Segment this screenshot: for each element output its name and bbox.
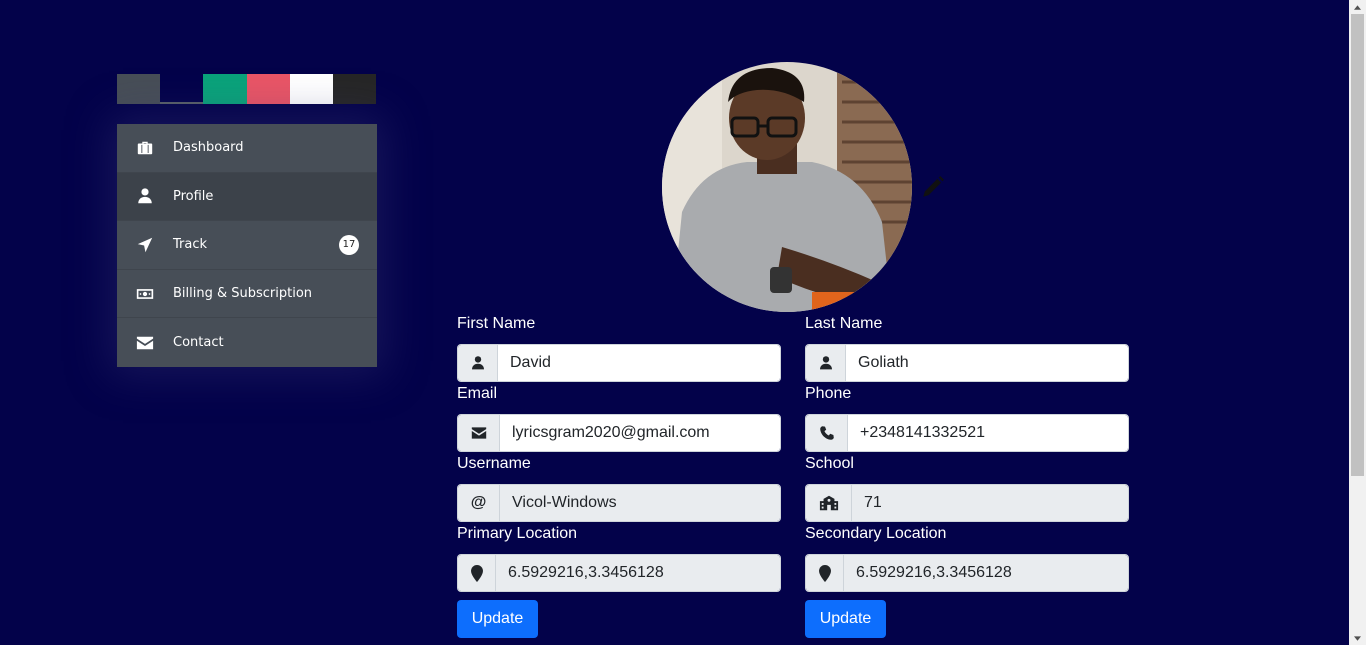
profile-avatar[interactable] xyxy=(662,62,912,312)
email-label: Email xyxy=(457,385,498,402)
primary-location-field[interactable] xyxy=(496,555,780,591)
last-name-label: Last Name xyxy=(805,315,883,332)
theme-swatches xyxy=(117,74,377,104)
swatch-dark[interactable] xyxy=(332,74,377,104)
phone-group xyxy=(805,414,1129,452)
last-name-field[interactable] xyxy=(846,345,1128,381)
swatch-navy[interactable] xyxy=(160,74,204,104)
envelope-icon xyxy=(117,334,173,352)
sidebar-item-label: Profile xyxy=(173,188,214,204)
first-name-label: First Name xyxy=(457,315,536,332)
username-field[interactable] xyxy=(500,485,780,521)
first-name-field[interactable] xyxy=(498,345,780,381)
swatch-slate[interactable] xyxy=(117,74,161,104)
primary-location-group xyxy=(457,554,781,592)
school-group xyxy=(805,484,1129,522)
user-icon xyxy=(806,345,846,381)
edit-pencil-icon[interactable] xyxy=(920,174,946,200)
sidebar-item-track[interactable]: Track 17 xyxy=(117,221,377,270)
phone-field[interactable] xyxy=(848,415,1128,451)
sidebar-item-label: Dashboard xyxy=(173,140,244,156)
update-right-button[interactable]: Update xyxy=(805,600,886,638)
username-label: Username xyxy=(457,455,531,472)
school-field[interactable] xyxy=(852,485,1128,521)
track-count-badge: 17 xyxy=(339,234,359,255)
user-icon xyxy=(458,345,498,381)
swatch-green[interactable] xyxy=(203,74,247,104)
envelope-icon xyxy=(458,415,500,451)
scroll-thumb[interactable] xyxy=(1351,14,1364,476)
username-group: @ xyxy=(457,484,781,522)
scroll-down-icon[interactable] xyxy=(1349,631,1366,645)
swatch-red[interactable] xyxy=(246,74,290,104)
last-name-group xyxy=(805,344,1129,382)
at-icon: @ xyxy=(458,485,500,521)
sidebar-item-label: Contact xyxy=(173,335,224,351)
briefcase-icon xyxy=(117,139,173,157)
sidebar: Dashboard Profile Track 17 Billing & Sub… xyxy=(117,124,377,367)
first-name-group xyxy=(457,344,781,382)
sidebar-item-billing[interactable]: Billing & Subscription xyxy=(117,270,377,319)
email-field[interactable] xyxy=(500,415,780,451)
user-icon xyxy=(117,187,173,205)
money-bill-icon xyxy=(117,285,173,303)
sidebar-item-label: Billing & Subscription xyxy=(173,286,313,302)
phone-icon xyxy=(806,415,848,451)
secondary-location-field[interactable] xyxy=(844,555,1128,591)
school-icon xyxy=(806,485,852,521)
sidebar-item-dashboard[interactable]: Dashboard xyxy=(117,124,377,173)
swatch-white[interactable] xyxy=(289,74,333,104)
school-label: School xyxy=(805,455,854,472)
secondary-location-label: Secondary Location xyxy=(805,525,947,542)
location-arrow-icon xyxy=(117,236,173,254)
primary-location-label: Primary Location xyxy=(457,525,578,542)
secondary-location-group xyxy=(805,554,1129,592)
email-group xyxy=(457,414,781,452)
sidebar-item-contact[interactable]: Contact xyxy=(117,318,377,367)
phone-label: Phone xyxy=(805,385,852,402)
update-left-button[interactable]: Update xyxy=(457,600,538,638)
map-marker-icon xyxy=(806,555,844,591)
map-marker-icon xyxy=(458,555,496,591)
page-scrollbar[interactable] xyxy=(1349,0,1366,645)
scroll-up-icon[interactable] xyxy=(1349,0,1366,14)
sidebar-item-profile[interactable]: Profile xyxy=(117,172,377,222)
